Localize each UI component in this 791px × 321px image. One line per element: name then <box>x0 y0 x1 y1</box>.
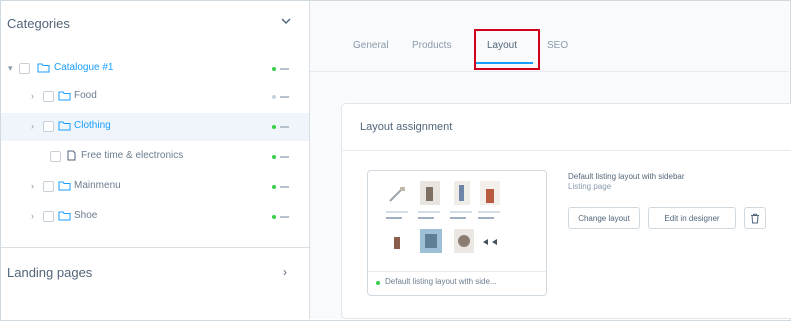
product-image <box>483 239 497 245</box>
preview-line <box>478 217 494 219</box>
categories-title: Categories <box>7 16 70 31</box>
trash-icon <box>751 213 759 224</box>
categories-header[interactable]: Categories <box>1 1 309 47</box>
landing-pages-title[interactable]: Landing pages <box>7 265 92 280</box>
active-dot <box>272 185 276 189</box>
preview-line <box>386 217 402 219</box>
tree-item-label: Free time & electronics <box>81 150 184 161</box>
product-image <box>394 237 400 249</box>
active-dot <box>272 67 276 71</box>
more-icon[interactable] <box>280 96 289 98</box>
preview-line <box>418 217 434 219</box>
tree-item-label: Shoe <box>74 210 98 221</box>
layout-preview[interactable]: Default listing layout with side... <box>367 170 547 296</box>
tree-item-label: Mainmenu <box>74 180 121 191</box>
tree-item-checkbox[interactable] <box>19 63 30 74</box>
tree-item-free-time[interactable]: Free time & electronics <box>1 143 309 171</box>
highlight-box <box>474 29 540 70</box>
tree-item-checkbox[interactable] <box>43 181 54 192</box>
active-dot <box>272 125 276 129</box>
chevron-down-icon[interactable] <box>279 15 293 27</box>
chevron-right-icon[interactable]: › <box>31 211 41 221</box>
folder-icon <box>58 211 71 221</box>
layout-name: Default listing layout with sidebar <box>568 172 685 181</box>
folder-icon <box>58 91 71 101</box>
tab-general[interactable]: General <box>353 40 389 51</box>
preview-line <box>418 211 440 213</box>
tree-item-shoe[interactable]: › Shoe <box>1 203 309 231</box>
more-icon[interactable] <box>280 126 289 128</box>
preview-line <box>450 211 472 213</box>
document-icon <box>67 150 76 161</box>
tree-item-mainmenu[interactable]: › Mainmenu <box>1 173 309 201</box>
sidebar-divider <box>1 247 309 248</box>
tree-item-clothing[interactable]: › Clothing <box>1 113 309 141</box>
tab-seo[interactable]: SEO <box>547 40 568 51</box>
chevron-right-icon[interactable]: › <box>31 121 41 131</box>
product-image <box>420 181 440 205</box>
tree-item-food[interactable]: › Food <box>1 83 309 111</box>
chevron-down-icon[interactable]: ▾ <box>8 63 18 73</box>
active-dot <box>272 215 276 219</box>
edit-in-designer-button[interactable]: Edit in designer <box>648 207 736 229</box>
main-content: General Products Layout SEO Layout assig… <box>310 1 791 319</box>
tree-item-checkbox[interactable] <box>43 121 54 132</box>
inactive-dot <box>272 95 276 99</box>
chevron-right-icon[interactable]: › <box>283 265 287 279</box>
layout-type: Listing page <box>568 182 612 191</box>
chevron-right-icon[interactable]: › <box>31 181 41 191</box>
category-sidebar: Categories ▾ Catalogue #1 › Food › Cloth… <box>1 1 310 319</box>
tree-item-label: Clothing <box>74 120 111 131</box>
tree-item-checkbox[interactable] <box>50 151 61 162</box>
preview-line <box>450 217 466 219</box>
preview-line <box>478 211 500 213</box>
change-layout-button[interactable]: Change layout <box>568 207 640 229</box>
more-icon[interactable] <box>280 186 289 188</box>
layout-assignment-card: Layout assignment Default listing layout… <box>341 103 791 319</box>
product-image <box>454 229 474 253</box>
more-icon[interactable] <box>280 68 289 70</box>
product-image <box>480 181 500 205</box>
active-dot <box>272 155 276 159</box>
tree-item-label: Food <box>74 90 97 101</box>
product-image <box>454 181 470 205</box>
preview-line <box>386 211 408 213</box>
preview-layout-name: Default listing layout with side... <box>385 277 497 286</box>
preview-footer: Default listing layout with side... <box>368 271 546 295</box>
chevron-right-icon[interactable]: › <box>31 91 41 101</box>
tree-item-catalogue[interactable]: ▾ Catalogue #1 <box>1 55 309 83</box>
delete-layout-button[interactable] <box>744 207 766 229</box>
card-header: Layout assignment <box>342 104 791 151</box>
tree-item-checkbox[interactable] <box>43 91 54 102</box>
tab-bar: General Products Layout SEO <box>310 1 789 75</box>
folder-icon <box>58 181 71 191</box>
more-icon[interactable] <box>280 156 289 158</box>
tabs-divider <box>310 71 789 72</box>
active-dot <box>376 281 380 285</box>
product-image <box>389 187 405 202</box>
tab-products[interactable]: Products <box>412 40 451 51</box>
more-icon[interactable] <box>280 216 289 218</box>
folder-icon <box>37 63 50 73</box>
tree-item-label: Catalogue #1 <box>54 62 114 73</box>
folder-icon <box>58 121 71 131</box>
card-title: Layout assignment <box>360 121 453 133</box>
tree-item-checkbox[interactable] <box>43 211 54 222</box>
product-image <box>420 229 442 253</box>
